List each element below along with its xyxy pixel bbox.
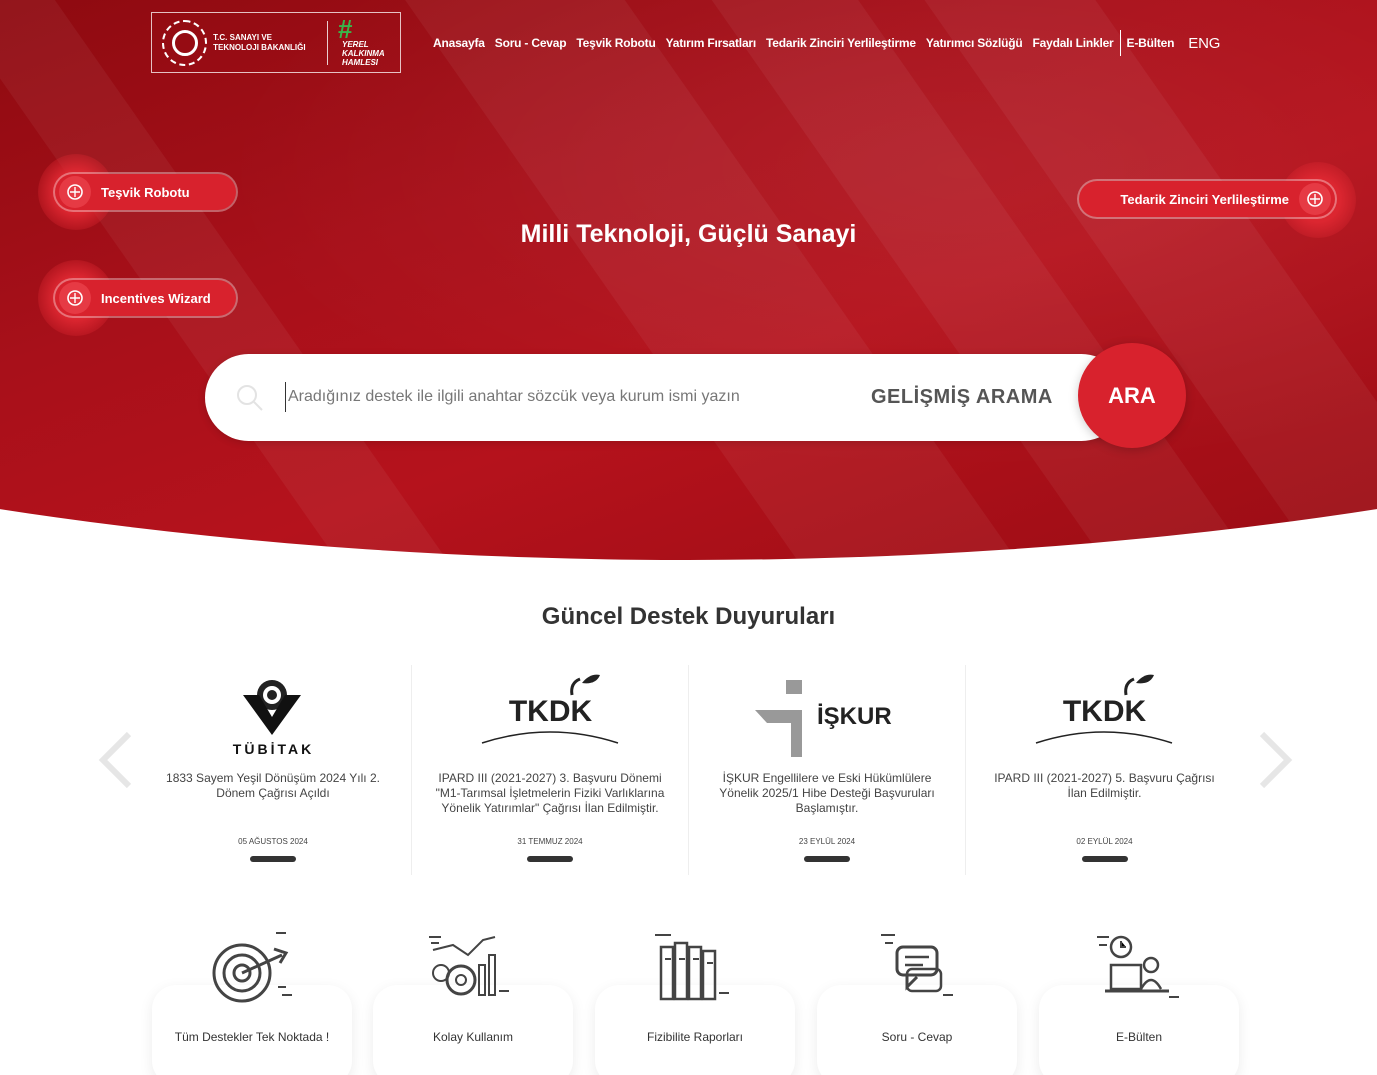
announcement-card[interactable]: TÜBİTAK 1833 Sayem Yeşil Dönüşüm 2024 Yı… (135, 665, 412, 875)
feature-label: Soru - Cevap (881, 1030, 953, 1044)
robot-icon (59, 282, 91, 314)
feature-label: E-Bülten (1115, 1030, 1163, 1044)
announcement-title: IPARD III (2021-2027) 5. Başvuru Çağrısı… (994, 771, 1215, 800)
features-row: Tüm Destekler Tek Noktada ! Kolay Kullan… (152, 925, 1242, 1075)
campaign-text: Yerel Kalkınma Hamlesi (342, 40, 385, 67)
nav-tesvik-robotu[interactable]: Teşvik Robotu (576, 36, 655, 50)
feature-tum-destekler[interactable]: Tüm Destekler Tek Noktada ! (152, 925, 352, 1075)
iskur-logo-text: İŞKUR (817, 703, 892, 730)
announcements-carousel: TÜBİTAK 1833 Sayem Yeşil Dönüşüm 2024 Yı… (135, 665, 1242, 875)
announcement-date: 23 Eylül 2024 (798, 837, 856, 846)
feature-label: Fizibilite Raporları (646, 1030, 744, 1044)
announcement-date: 05 Ağustos 2024 (238, 837, 308, 846)
robot-icon (59, 176, 91, 208)
tkdk-logo: TKDK (966, 665, 1243, 765)
ministry-logo[interactable]: T.C. Sanayi ve Teknoloji Bakanlığı # Yer… (151, 12, 401, 73)
tesvik-robotu-label: Teşvik Robotu (101, 184, 190, 200)
feature-kolay-kullanim[interactable]: Kolay Kullanım (373, 925, 573, 1075)
tubitak-logo: TÜBİTAK (135, 665, 411, 765)
tkdk-logo-text: TKDK (1062, 695, 1147, 728)
nav-yatirim-firsatlari[interactable]: Yatırım Fırsatları (666, 36, 757, 50)
card-indicator (1081, 856, 1128, 862)
gear-chart-icon (423, 925, 523, 1010)
nav-yatirimci-sozlugu[interactable]: Yatırımcı Sözlüğü (926, 36, 1023, 50)
tubitak-logo-text: TÜBİTAK (232, 741, 315, 757)
target-icon (202, 925, 302, 1010)
feature-fizibilite[interactable]: Fizibilite Raporları (595, 925, 795, 1075)
announcements-title: Güncel Destek Duyuruları (541, 603, 836, 630)
feature-label: Kolay Kullanım (432, 1030, 514, 1044)
announcement-title: 1833 Sayem Yeşil Dönüşüm 2024 Yılı 2. Dö… (166, 771, 380, 800)
supply-chain-icon (1299, 183, 1331, 215)
tedarik-zinciri-button[interactable]: Tedarik Zinciri Yerlileştirme (1079, 181, 1335, 217)
nav-tedarik-zinciri[interactable]: Tedarik Zinciri Yerlileştirme (766, 36, 916, 50)
feature-e-bulten[interactable]: E-Bülten (1039, 925, 1239, 1075)
language-switch-eng[interactable]: ENG (1188, 35, 1220, 52)
search-bar: GELİŞMİŞ ARAMA (205, 354, 1125, 441)
announcement-card[interactable]: İŞKUR İŞKUR Engellilere ve Eski Hükümlül… (689, 665, 966, 875)
card-indicator (527, 856, 573, 862)
nav-divider (1119, 30, 1121, 56)
hashtag-icon: # (338, 14, 353, 44)
carousel-prev-arrow[interactable] (95, 730, 135, 790)
announcement-card[interactable]: TKDK IPARD III (2021-2027) 5. Başvuru Ça… (966, 665, 1243, 875)
iskur-logo: İŞKUR (689, 665, 965, 765)
announcement-title: IPARD III (2021-2027) 3. Başvuru Dönemi … (435, 771, 665, 815)
announcement-date: 02 Eylül 2024 (1076, 837, 1133, 846)
incentives-wizard-button[interactable]: Incentives Wizard (55, 280, 236, 316)
search-input[interactable] (285, 382, 845, 412)
nav-soru-cevap[interactable]: Soru - Cevap (495, 36, 567, 50)
announcement-title: İŞKUR Engellilere ve Eski Hükümlülere Yö… (719, 771, 935, 815)
tkdk-logo-text: TKDK (508, 695, 593, 728)
search-submit-button[interactable]: ARA (1078, 343, 1186, 448)
advanced-search-link[interactable]: GELİŞMİŞ ARAMA (871, 386, 1053, 409)
books-icon (645, 925, 745, 1010)
announcement-date: 31 Temmuz 2024 (517, 837, 583, 846)
nav-e-bulten[interactable]: E-Bülten (1127, 36, 1175, 50)
ministry-name: T.C. Sanayi ve Teknoloji Bakanlığı (213, 32, 306, 52)
carousel-next-arrow[interactable] (1256, 730, 1296, 790)
chat-icon (867, 925, 967, 1010)
search-icon (235, 383, 265, 418)
feature-soru-cevap[interactable]: Soru - Cevap (817, 925, 1017, 1075)
ministry-emblem-icon (162, 19, 208, 66)
desk-worker-icon (1089, 925, 1189, 1010)
nav-faydali-linkler[interactable]: Faydalı Linkler (1033, 36, 1114, 50)
tedarik-zinciri-label: Tedarik Zinciri Yerlileştirme (1120, 191, 1289, 207)
logo-divider (327, 20, 328, 65)
card-indicator (250, 856, 296, 862)
card-indicator (804, 856, 850, 862)
tesvik-robotu-button[interactable]: Teşvik Robotu (55, 174, 236, 210)
incentives-wizard-label: Incentives Wizard (101, 290, 211, 306)
top-navigation: Anasayfa Soru - Cevap Teşvik Robotu Yatı… (433, 30, 1230, 56)
tkdk-logo: TKDK (412, 665, 688, 765)
announcement-card[interactable]: TKDK IPARD III (2021-2027) 3. Başvuru Dö… (412, 665, 689, 875)
feature-label: Tüm Destekler Tek Noktada ! (174, 1030, 330, 1044)
hero-title: Milli Teknoloji, Güçlü Sanayi (520, 220, 857, 248)
nav-anasayfa[interactable]: Anasayfa (433, 36, 485, 50)
